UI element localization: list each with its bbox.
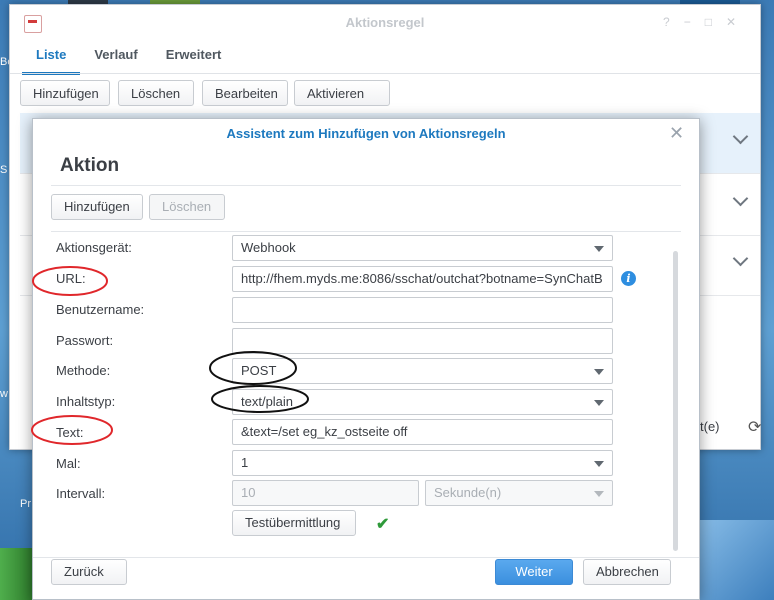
annotation-circle-url [32, 266, 108, 296]
annotation-layer [31, 266, 309, 445]
annotation-circle-text [31, 415, 113, 445]
annotation-circle-method [209, 351, 297, 385]
annotation-circle-content-type [211, 385, 309, 413]
